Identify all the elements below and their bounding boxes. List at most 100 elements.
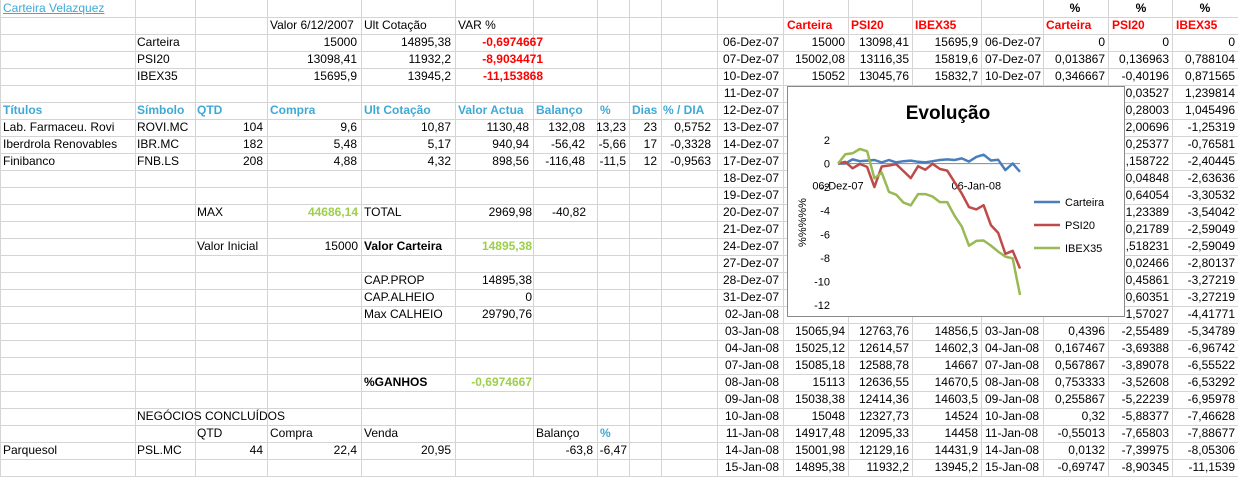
history-pct-psi20[interactable]: -5,22239 bbox=[1108, 391, 1169, 408]
holding-valor[interactable]: 1130,48 bbox=[455, 119, 530, 136]
history-pct-ibex35[interactable]: 0,871565 bbox=[1172, 68, 1235, 85]
valor-carteira-value[interactable]: 14895,38 bbox=[458, 238, 532, 255]
summary-valor[interactable]: 15695,9 bbox=[267, 68, 357, 85]
holding-qtd[interactable]: 104 bbox=[195, 119, 263, 136]
holding-ult[interactable]: 10,87 bbox=[361, 119, 451, 136]
history-pct-ibex35[interactable]: -8,05306 bbox=[1172, 442, 1235, 459]
history-psi20[interactable]: 13116,35 bbox=[848, 51, 909, 68]
history-psi20[interactable]: 12588,78 bbox=[848, 357, 909, 374]
holding-dias[interactable]: 12 bbox=[629, 153, 657, 170]
history-psi20[interactable]: 12636,55 bbox=[848, 374, 909, 391]
history-pct-ibex35[interactable]: -5,34789 bbox=[1172, 323, 1235, 340]
history-pct-ibex35[interactable]: 1,045496 bbox=[1172, 102, 1235, 119]
max-calheio-value[interactable]: 29790,76 bbox=[458, 306, 532, 323]
history-ibex35[interactable]: 14602,3 bbox=[912, 340, 978, 357]
holding-balanco[interactable]: 132,08 bbox=[533, 119, 585, 136]
summary-var[interactable]: -11,153868 bbox=[455, 68, 543, 85]
history-carteira[interactable]: 15001,98 bbox=[783, 442, 845, 459]
history-pct-psi20[interactable]: -2,55489 bbox=[1108, 323, 1169, 340]
history-pct-ibex35[interactable]: -3,27219 bbox=[1172, 289, 1235, 306]
history-pct-psi20[interactable]: -7,65803 bbox=[1108, 425, 1169, 442]
holding-ult[interactable]: 4,32 bbox=[361, 153, 451, 170]
history-pct-ibex35[interactable]: -2,80137 bbox=[1172, 255, 1235, 272]
history-pct-ibex35[interactable]: -6,95978 bbox=[1172, 391, 1235, 408]
history-carteira[interactable]: 14895,38 bbox=[783, 459, 845, 476]
history-psi20[interactable]: 12327,73 bbox=[848, 408, 909, 425]
history-carteira[interactable]: 15113 bbox=[783, 374, 845, 391]
history-pct-ibex35[interactable]: -7,88677 bbox=[1172, 425, 1235, 442]
history-pct-ibex35[interactable]: 0,788104 bbox=[1172, 51, 1235, 68]
history-psi20[interactable]: 13045,76 bbox=[848, 68, 909, 85]
negocio-pct[interactable]: -6,47 bbox=[597, 442, 627, 459]
negocio-qtd[interactable]: 44 bbox=[195, 442, 263, 459]
history-pct-carteira[interactable]: 0 bbox=[1043, 34, 1105, 51]
history-ibex35[interactable]: 14670,5 bbox=[912, 374, 978, 391]
history-pct-ibex35[interactable]: -1,25319 bbox=[1172, 119, 1235, 136]
history-pct-carteira[interactable]: 0,4396 bbox=[1043, 323, 1105, 340]
history-pct-psi20[interactable]: -7,39975 bbox=[1108, 442, 1169, 459]
history-pct-ibex35[interactable]: -6,53292 bbox=[1172, 374, 1235, 391]
history-psi20[interactable]: 12414,36 bbox=[848, 391, 909, 408]
summary-ult[interactable]: 14895,38 bbox=[361, 34, 451, 51]
history-pct-ibex35[interactable]: -2,40445 bbox=[1172, 153, 1235, 170]
negocio-balanco[interactable]: -63,8 bbox=[533, 442, 593, 459]
holding-pctdia[interactable]: -0,3328 bbox=[661, 136, 711, 153]
history-psi20[interactable]: 12763,76 bbox=[848, 323, 909, 340]
summary-ult[interactable]: 13945,2 bbox=[361, 68, 451, 85]
history-pct-psi20[interactable]: -0,40196 bbox=[1108, 68, 1169, 85]
summary-ult[interactable]: 11932,2 bbox=[361, 51, 452, 68]
holding-qtd[interactable]: 208 bbox=[195, 153, 263, 170]
history-carteira[interactable]: 15025,12 bbox=[783, 340, 845, 357]
total-value[interactable]: 2969,98 bbox=[458, 204, 532, 221]
cap-prop-value[interactable]: 14895,38 bbox=[458, 272, 532, 289]
history-pct-carteira[interactable]: 0,167467 bbox=[1043, 340, 1105, 357]
history-ibex35[interactable]: 14667 bbox=[912, 357, 978, 374]
holding-pct[interactable]: 13,23 bbox=[590, 119, 626, 136]
history-pct-psi20[interactable]: -3,52608 bbox=[1108, 374, 1169, 391]
history-pct-ibex35[interactable]: -3,27219 bbox=[1172, 272, 1235, 289]
holding-ult[interactable]: 5,17 bbox=[361, 136, 451, 153]
holding-qtd[interactable]: 182 bbox=[195, 136, 263, 153]
history-pct-carteira[interactable]: 0,753333 bbox=[1043, 374, 1105, 391]
history-pct-ibex35[interactable]: -11,1539 bbox=[1172, 459, 1235, 476]
history-pct-carteira[interactable]: 0,32 bbox=[1043, 408, 1105, 425]
history-pct-carteira[interactable]: 0,346667 bbox=[1043, 68, 1105, 85]
history-pct-ibex35[interactable]: -7,46628 bbox=[1172, 408, 1235, 425]
history-pct-carteira[interactable]: 0,0132 bbox=[1043, 442, 1105, 459]
history-pct-carteira[interactable]: -0,55013 bbox=[1043, 425, 1105, 442]
sheet-title[interactable]: Carteira Velazquez bbox=[3, 0, 104, 17]
summary-var[interactable]: -0,6974667 bbox=[455, 34, 543, 51]
ganhos-value[interactable]: -0,6974667 bbox=[458, 374, 532, 391]
negocio-venda[interactable]: 20,95 bbox=[361, 442, 451, 459]
holding-valor[interactable]: 940,94 bbox=[455, 136, 529, 153]
history-ibex35[interactable]: 14524 bbox=[912, 408, 978, 425]
history-pct-ibex35[interactable]: -4,41771 bbox=[1172, 306, 1235, 323]
valor-inicial-value[interactable]: 15000 bbox=[270, 238, 358, 255]
history-pct-carteira[interactable]: 0,013867 bbox=[1043, 51, 1105, 68]
history-ibex35[interactable]: 15832,7 bbox=[912, 68, 978, 85]
holding-dias[interactable]: 17 bbox=[629, 136, 657, 153]
holding-pctdia[interactable]: 0,5752 bbox=[661, 119, 711, 136]
negocio-compra[interactable]: 22,4 bbox=[267, 442, 357, 459]
history-pct-carteira[interactable]: 0,567867 bbox=[1043, 357, 1105, 374]
history-pct-ibex35[interactable]: -3,30532 bbox=[1172, 187, 1235, 204]
history-carteira[interactable]: 14917,48 bbox=[783, 425, 845, 442]
evolution-chart[interactable]: Evolução 2 0 -2 -4 -6 -8 -10 -12%%%%% 06-Dez-07 06… bbox=[787, 86, 1125, 317]
history-psi20[interactable]: 12095,33 bbox=[848, 425, 909, 442]
history-pct-ibex35[interactable]: -2,63636 bbox=[1172, 170, 1235, 187]
history-ibex35[interactable]: 13945,2 bbox=[912, 459, 978, 476]
history-pct-carteira[interactable]: -0,69747 bbox=[1043, 459, 1105, 476]
holding-balanco[interactable]: -116,48 bbox=[533, 153, 585, 170]
history-psi20[interactable]: 11932,2 bbox=[848, 459, 910, 476]
history-ibex35[interactable]: 14458 bbox=[912, 425, 978, 442]
history-pct-psi20[interactable]: 0,136963 bbox=[1108, 51, 1169, 68]
history-ibex35[interactable]: 14603,5 bbox=[912, 391, 978, 408]
history-pct-ibex35[interactable]: -3,54042 bbox=[1172, 204, 1235, 221]
holding-dias[interactable]: 23 bbox=[629, 119, 657, 136]
holding-pct[interactable]: -5,66 bbox=[590, 136, 626, 153]
history-pct-ibex35[interactable]: -0,76581 bbox=[1172, 136, 1235, 153]
history-psi20[interactable]: 12614,57 bbox=[848, 340, 909, 357]
history-pct-ibex35[interactable]: -6,96742 bbox=[1172, 340, 1235, 357]
history-pct-psi20[interactable]: -3,89078 bbox=[1108, 357, 1169, 374]
history-ibex35[interactable]: 15819,6 bbox=[912, 51, 978, 68]
